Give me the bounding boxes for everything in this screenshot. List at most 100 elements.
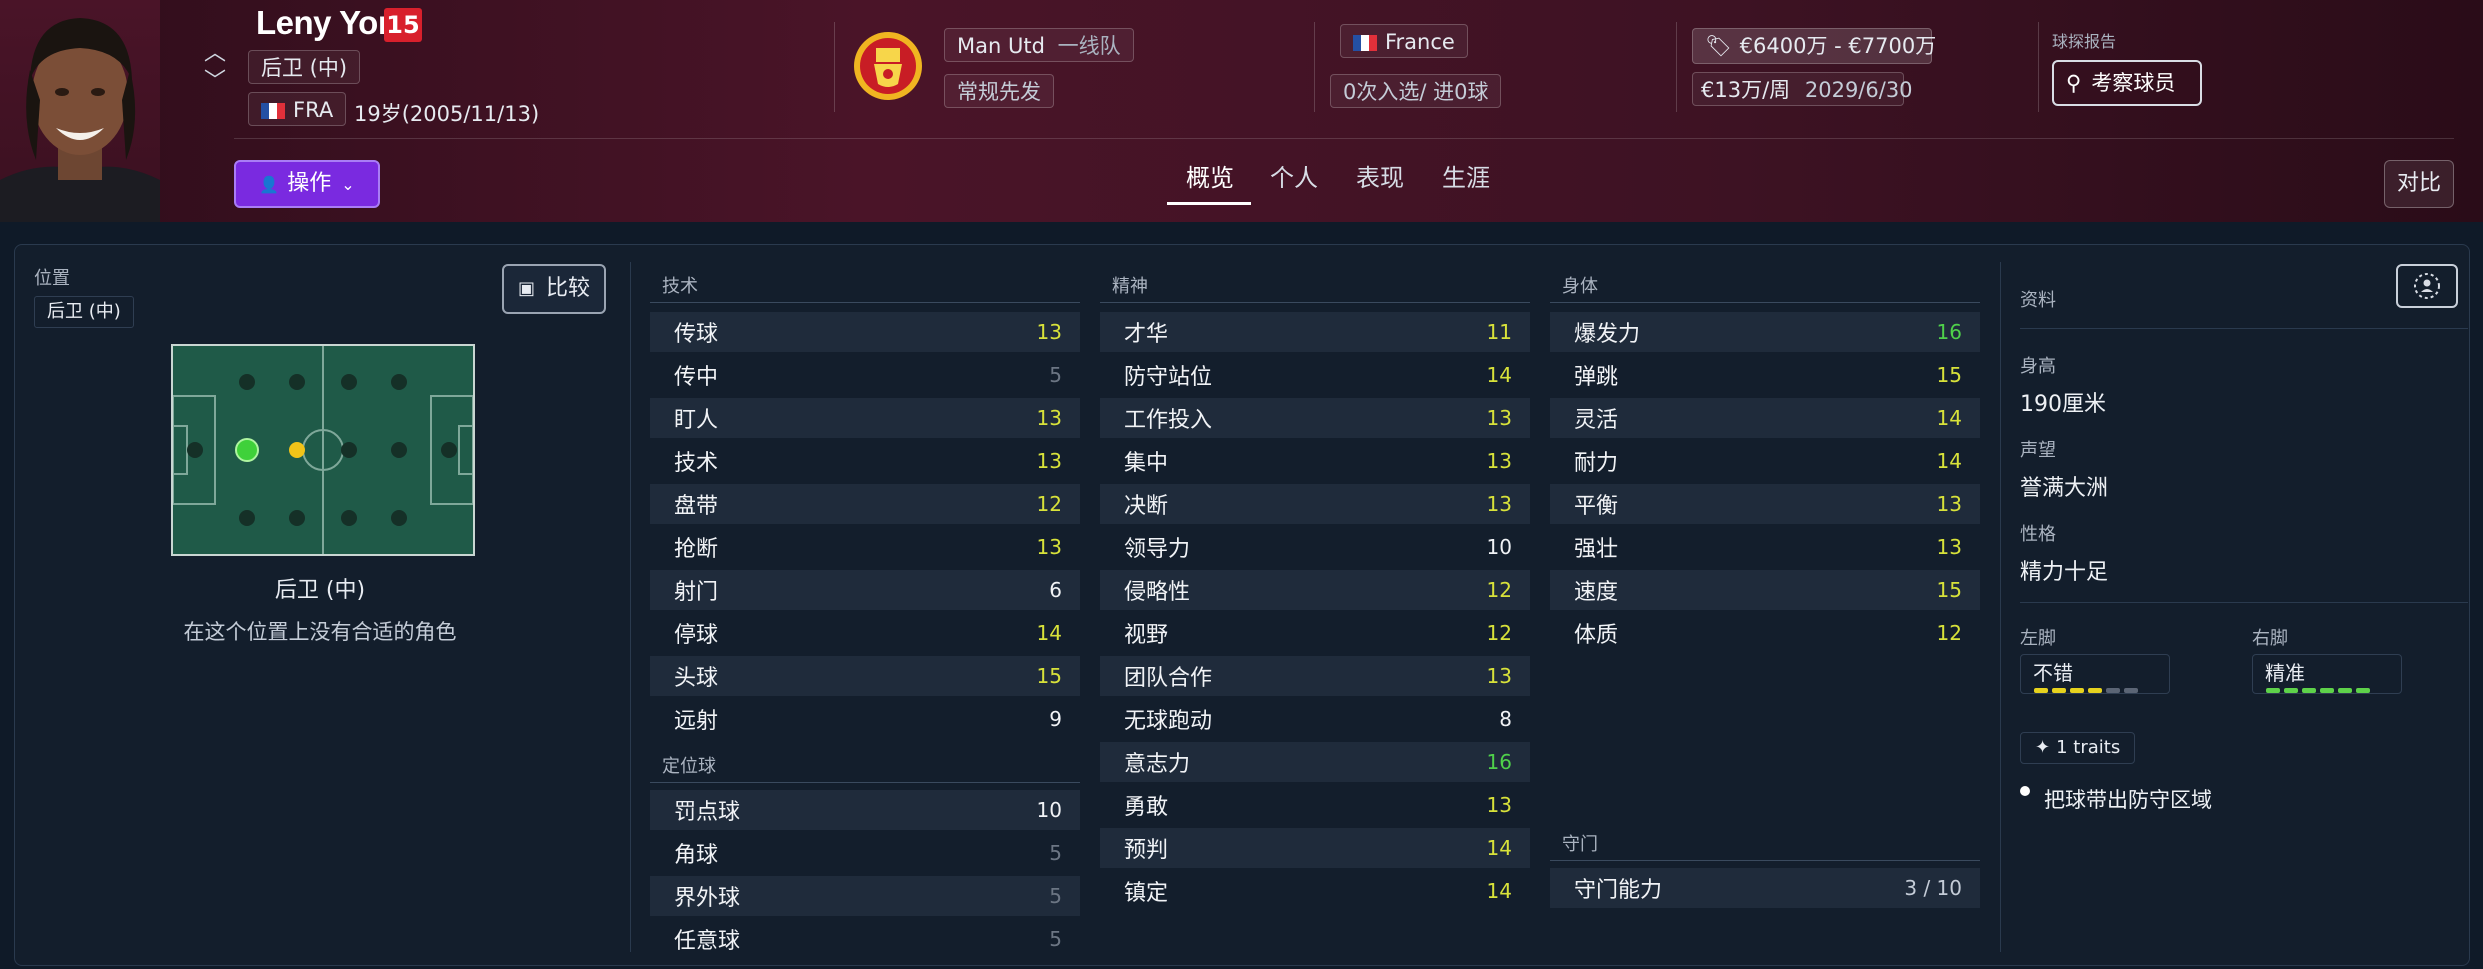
attribute-row[interactable]: 抢断 13 bbox=[650, 527, 1080, 567]
attribute-row[interactable]: 罚点球 10 bbox=[650, 790, 1080, 830]
attribute-row[interactable]: 远射 9 bbox=[650, 699, 1080, 739]
attribute-row[interactable]: 守门能力 3 / 10 bbox=[1550, 868, 1980, 908]
tab-overview[interactable]: 概览 bbox=[1186, 158, 1234, 193]
attribute-value: 13 bbox=[1036, 535, 1062, 559]
attribute-value: 15 bbox=[1036, 664, 1062, 688]
personality-label: 性格 bbox=[2020, 524, 2056, 545]
profile-settings-button[interactable] bbox=[2396, 264, 2458, 308]
chevron-up-icon[interactable]: ︿ bbox=[204, 40, 226, 68]
attribute-row[interactable]: 强壮 13 bbox=[1550, 527, 1980, 567]
attribute-row[interactable]: 团队合作 13 bbox=[1100, 656, 1530, 696]
attribute-row[interactable]: 平衡 13 bbox=[1550, 484, 1980, 524]
attribute-row[interactable]: 预判 14 bbox=[1100, 828, 1530, 868]
divider bbox=[1676, 22, 1677, 112]
attribute-row[interactable]: 镇定 14 bbox=[1100, 871, 1530, 911]
attribute-row[interactable]: 技术 13 bbox=[650, 441, 1080, 481]
foot-level-dash bbox=[2034, 688, 2048, 693]
attribute-row[interactable]: 任意球 5 bbox=[650, 919, 1080, 959]
nation-team-chip[interactable]: France bbox=[1340, 24, 1468, 58]
attribute-value: 10 bbox=[1486, 535, 1512, 559]
attribute-value: 5 bbox=[1049, 363, 1062, 387]
attribute-row[interactable]: 体质 12 bbox=[1550, 613, 1980, 653]
attribute-row[interactable]: 集中 13 bbox=[1100, 441, 1530, 481]
attribute-value: 16 bbox=[1486, 750, 1512, 774]
attribute-row[interactable]: 停球 14 bbox=[650, 613, 1080, 653]
traits-count: 1 traits bbox=[2056, 737, 2121, 758]
search-icon: ⚲ bbox=[2066, 71, 2082, 95]
traits-chip[interactable]: ✦ 1 traits bbox=[2020, 732, 2136, 764]
attribute-row[interactable]: 无球跑动 8 bbox=[1100, 699, 1530, 739]
attribute-row[interactable]: 灵活 14 bbox=[1550, 398, 1980, 438]
attribute-row[interactable]: 耐力 14 bbox=[1550, 441, 1980, 481]
attribute-row[interactable]: 侵略性 12 bbox=[1100, 570, 1530, 610]
tab-active-indicator bbox=[1167, 202, 1251, 205]
attribute-name: 才华 bbox=[1124, 322, 1169, 347]
attribute-row[interactable]: 防守站位 14 bbox=[1100, 355, 1530, 395]
foot-level-dash bbox=[2088, 688, 2102, 693]
attribute-value: 14 bbox=[1936, 449, 1962, 473]
transfer-value-chip: 🏷 €6400万 - €7700万 bbox=[1692, 28, 1936, 64]
foot-level-dash bbox=[2338, 688, 2352, 693]
attribute-value: 16 bbox=[1936, 320, 1962, 344]
attribute-value: 14 bbox=[1486, 836, 1512, 860]
scout-player-button[interactable]: ⚲ 考察球员 bbox=[2052, 60, 2202, 106]
attribute-name: 决断 bbox=[1124, 494, 1169, 519]
column-divider bbox=[2000, 262, 2001, 952]
compare-button[interactable]: 对比 bbox=[2384, 160, 2454, 208]
nation-code: FRA bbox=[293, 98, 334, 122]
attribute-row[interactable]: 视野 12 bbox=[1100, 613, 1530, 653]
tab-personal[interactable]: 个人 bbox=[1270, 158, 1318, 193]
attribute-name: 预判 bbox=[1124, 838, 1169, 863]
divider bbox=[834, 22, 835, 112]
attribute-name: 镇定 bbox=[1124, 881, 1169, 906]
attribute-name: 盯人 bbox=[674, 408, 719, 433]
foot-level-dash bbox=[2070, 688, 2084, 693]
attribute-value: 13 bbox=[1486, 793, 1512, 817]
attribute-row[interactable]: 角球 5 bbox=[650, 833, 1080, 873]
attribute-row[interactable]: 射门 6 bbox=[650, 570, 1080, 610]
france-flag-icon bbox=[261, 103, 285, 119]
attribute-row[interactable]: 弹跳 15 bbox=[1550, 355, 1980, 395]
actions-dropdown-button[interactable]: 👤 操作 ⌄ bbox=[234, 160, 380, 208]
right-foot-value: 精准 bbox=[2265, 661, 2305, 685]
attribute-row[interactable]: 传球 13 bbox=[650, 312, 1080, 352]
attribute-value: 13 bbox=[1486, 406, 1512, 430]
position-chip: 后卫 (中) bbox=[34, 296, 134, 328]
attribute-row[interactable]: 领导力 10 bbox=[1100, 527, 1530, 567]
attribute-value: 9 bbox=[1049, 707, 1062, 731]
attribute-value: 13 bbox=[1486, 492, 1512, 516]
attribute-row[interactable]: 盘带 12 bbox=[650, 484, 1080, 524]
goalkeeping-header-line bbox=[1550, 860, 1980, 861]
attribute-name: 头球 bbox=[674, 666, 719, 691]
attribute-row[interactable]: 意志力 16 bbox=[1100, 742, 1530, 782]
technical-header: 技术 bbox=[662, 276, 698, 297]
attribute-value: 14 bbox=[1036, 621, 1062, 645]
club-chip[interactable]: Man Utd 一线队 bbox=[944, 28, 1134, 62]
attribute-row[interactable]: 才华 11 bbox=[1100, 312, 1530, 352]
attribute-row[interactable]: 盯人 13 bbox=[650, 398, 1080, 438]
attribute-name: 爆发力 bbox=[1574, 322, 1641, 347]
tab-career[interactable]: 生涯 bbox=[1442, 158, 1490, 193]
profile-title: 资料 bbox=[2020, 290, 2056, 311]
attribute-row[interactable]: 决断 13 bbox=[1100, 484, 1530, 524]
attribute-value: 3 / 10 bbox=[1904, 876, 1962, 900]
attribute-row[interactable]: 工作投入 13 bbox=[1100, 398, 1530, 438]
tab-performance[interactable]: 表现 bbox=[1356, 158, 1404, 193]
contract-end: 2029/6/30 bbox=[1804, 78, 1913, 102]
position-pitch[interactable] bbox=[171, 344, 475, 556]
attribute-row[interactable]: 爆发力 16 bbox=[1550, 312, 1980, 352]
attribute-row[interactable]: 速度 15 bbox=[1550, 570, 1980, 610]
position-compare-button[interactable]: ▣ 比较 bbox=[502, 264, 606, 314]
nation-name: France bbox=[1385, 30, 1455, 54]
attribute-row[interactable]: 头球 15 bbox=[650, 656, 1080, 696]
attribute-name: 强壮 bbox=[1574, 537, 1619, 562]
club-name: Man Utd bbox=[957, 34, 1045, 58]
actions-label: 操作 bbox=[287, 171, 332, 196]
attribute-name: 耐力 bbox=[1574, 451, 1619, 476]
reputation-label: 声望 bbox=[2020, 440, 2056, 461]
chevron-down-icon[interactable]: ﹀ bbox=[204, 68, 226, 96]
attribute-row[interactable]: 勇敢 13 bbox=[1100, 785, 1530, 825]
foot-level-dash bbox=[2302, 688, 2316, 693]
attribute-row[interactable]: 传中 5 bbox=[650, 355, 1080, 395]
attribute-row[interactable]: 界外球 5 bbox=[650, 876, 1080, 916]
